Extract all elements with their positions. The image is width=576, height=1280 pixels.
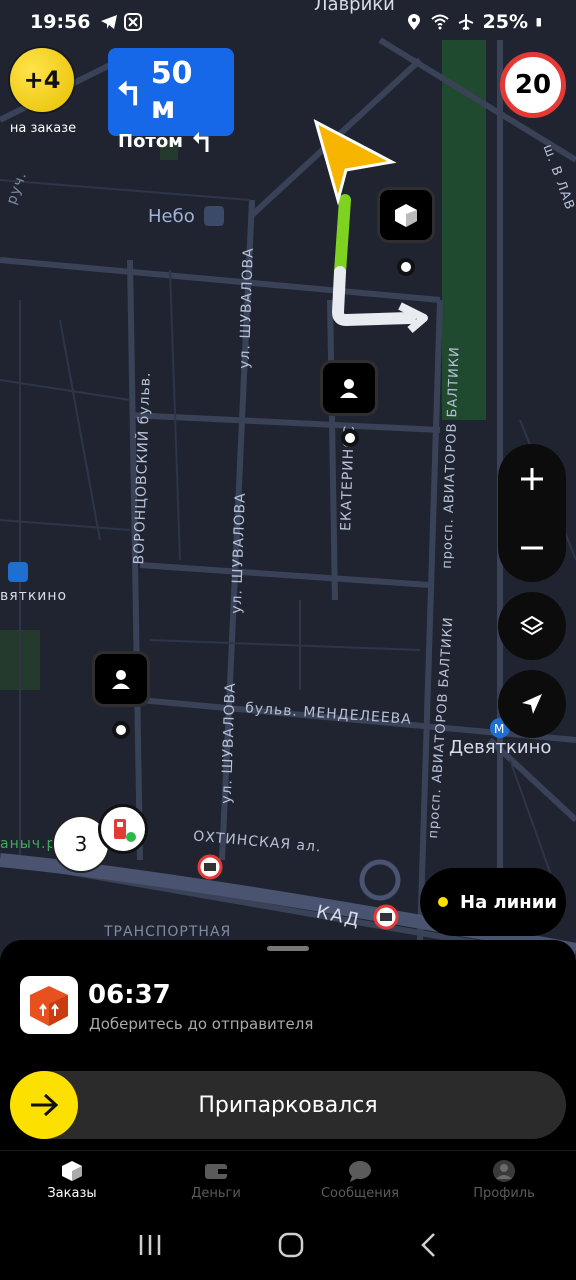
location-icon	[407, 14, 420, 30]
fuel-icon	[114, 819, 136, 842]
map-label-nebo: Небо	[148, 206, 195, 227]
bottom-tab-bar: Заказы Деньги Сообщения Профиль	[0, 1150, 576, 1210]
next-turn-left-icon	[192, 132, 209, 152]
map-label-devyatkino-left: вяткино	[0, 588, 68, 604]
tab-orders-label: Заказы	[47, 1186, 97, 1201]
pickup-box-pin[interactable]	[377, 187, 435, 243]
recent-apps-icon[interactable]	[137, 1233, 163, 1257]
tab-messages[interactable]: Сообщения	[288, 1151, 432, 1210]
tab-money[interactable]: Деньги	[144, 1151, 288, 1210]
back-icon[interactable]	[419, 1232, 439, 1258]
order-bottom-sheet[interactable]: 06:37 Доберитесь до отправителя Припарко…	[0, 940, 576, 1150]
online-status-label: На линии	[460, 891, 557, 913]
tab-profile-label: Профиль	[473, 1186, 535, 1201]
sheet-drag-handle[interactable]	[267, 946, 309, 951]
plus-icon	[521, 467, 543, 490]
layers-button[interactable]	[498, 592, 566, 660]
online-indicator-dot	[438, 897, 448, 907]
zoom-in-button[interactable]	[498, 444, 566, 513]
client-location-dot-2	[112, 721, 130, 739]
minus-icon	[521, 546, 543, 549]
avatar-icon	[492, 1160, 516, 1182]
bonus-caption: на заказе	[9, 121, 77, 136]
client-location-dot-1	[341, 429, 359, 447]
status-time: 19:56	[30, 11, 91, 33]
arrow-right-icon	[31, 1093, 59, 1117]
tab-money-label: Деньги	[191, 1186, 241, 1201]
system-nav-bar	[0, 1210, 576, 1280]
bonus-badge[interactable]: +4	[10, 48, 74, 112]
tab-profile[interactable]: Профиль	[432, 1151, 576, 1210]
navigation-arrow-icon	[522, 694, 542, 714]
box-icon	[395, 204, 417, 227]
eta-time: 06:37	[88, 980, 171, 1010]
orders-icon	[60, 1160, 84, 1182]
map-label-anych: аныч.р	[0, 836, 57, 852]
box-icon	[30, 986, 68, 1026]
shopping-bag-icon	[204, 206, 224, 226]
turn-left-icon	[118, 80, 138, 106]
maneuver-panel[interactable]: 50 м Потом	[108, 48, 234, 152]
telegram-icon	[101, 15, 118, 29]
eta-subtitle: Доберитесь до отправителя	[89, 1015, 314, 1033]
map-label-transportnaya: ТРАНСПОРТНАЯ	[104, 924, 232, 940]
tab-messages-label: Сообщения	[320, 1186, 399, 1201]
maneuver-distance: 50 м	[150, 56, 193, 126]
parked-slider[interactable]: Припарковался	[10, 1071, 566, 1139]
client-pin-2[interactable]	[92, 651, 150, 707]
zoom-controls	[498, 444, 566, 582]
tab-orders[interactable]: Заказы	[0, 1151, 144, 1210]
wifi-icon	[430, 14, 449, 30]
map-view[interactable]: M Лаврики Небо ул. ШУВАЛОВА ул. ШУВАЛОВА…	[0, 0, 576, 960]
locate-me-button[interactable]	[498, 670, 566, 738]
maneuver-next-label: Потом	[118, 130, 183, 152]
person-icon	[112, 670, 130, 689]
online-status-button[interactable]: На линии	[420, 868, 566, 936]
parked-slider-label: Припарковался	[198, 1092, 378, 1118]
svg-text:M: M	[494, 722, 504, 736]
battery-icon	[536, 18, 541, 27]
zoom-out-button[interactable]	[498, 513, 566, 582]
chat-icon	[348, 1160, 372, 1182]
fuel-station-marker[interactable]	[98, 804, 148, 854]
battery-percent: 25%	[482, 11, 528, 33]
app-icon	[124, 13, 143, 31]
layers-icon	[520, 615, 544, 636]
airplane-icon	[458, 14, 473, 30]
person-icon	[340, 379, 358, 398]
wallet-icon	[204, 1160, 228, 1182]
home-icon[interactable]	[278, 1232, 304, 1258]
client-pin-1[interactable]	[320, 360, 378, 416]
speed-limit-sign: 20	[500, 52, 566, 118]
order-package-icon	[20, 976, 78, 1034]
pickup-location-dot	[397, 258, 415, 276]
status-bar: 19:56 25%	[0, 0, 576, 44]
map-label-devyatkino: Девяткино	[449, 737, 552, 758]
slider-knob[interactable]	[10, 1071, 78, 1139]
